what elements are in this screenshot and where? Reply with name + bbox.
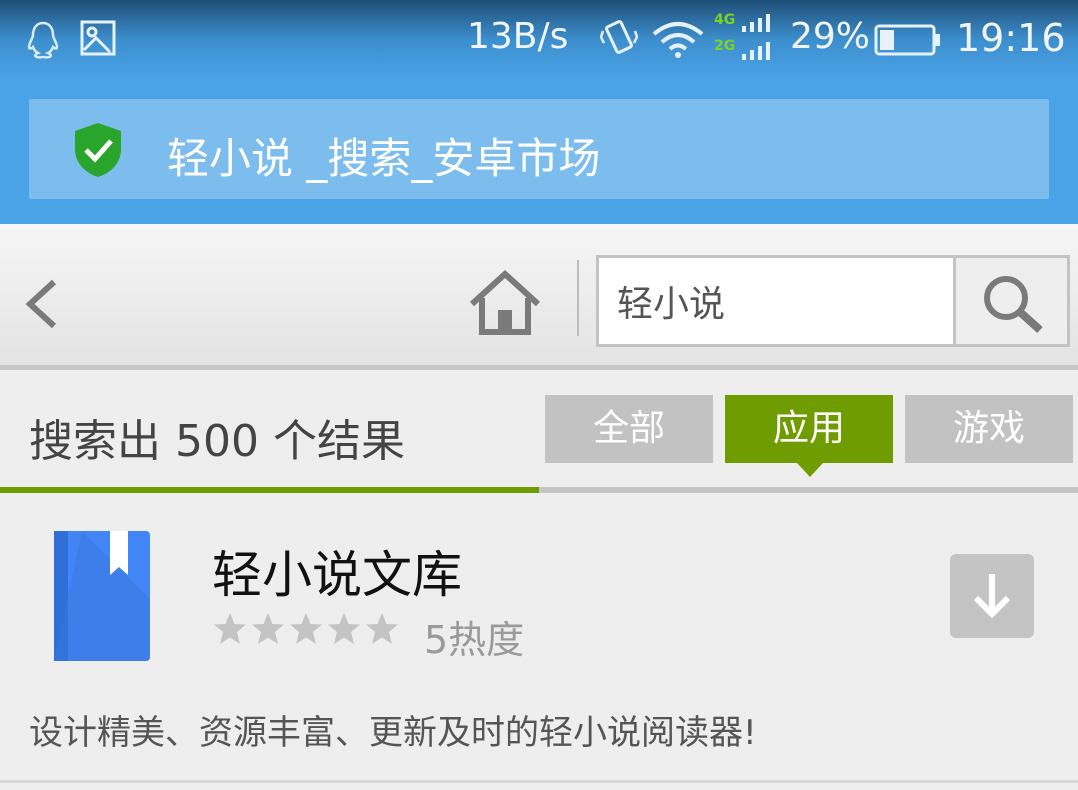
app-description: 设计精美、资源丰富、更新及时的轻小说阅读器! [29, 713, 757, 753]
battery-percent: 29% [790, 16, 871, 57]
clock: 19:16 [956, 16, 1066, 60]
star-icon [252, 613, 284, 644]
rating-stars [212, 611, 402, 651]
results-header: 搜索出 500 个结果 全部 应用 游戏 [0, 375, 1078, 493]
search-icon [984, 276, 1043, 333]
status-bar: 13B/s 4G 2G 29% 19:16 [0, 0, 1078, 78]
browser-toolbar [0, 224, 1078, 370]
gallery-icon [80, 20, 116, 56]
star-icon [214, 613, 246, 644]
wifi-icon [652, 22, 704, 58]
page-title: 轻小说 _搜索_安卓市场 [167, 134, 601, 183]
network-4g-label: 4G [714, 12, 735, 28]
tab-apps[interactable]: 应用 [725, 395, 893, 477]
battery-icon [874, 24, 940, 56]
shield-check-icon [75, 123, 121, 177]
search-button[interactable] [953, 258, 1067, 344]
home-icon[interactable] [466, 268, 544, 338]
vibrate-icon [600, 20, 638, 54]
search-box [596, 255, 1070, 347]
net-speed: 13B/s [467, 16, 569, 57]
toolbar-divider [577, 260, 579, 336]
chevron-left-icon[interactable] [20, 274, 64, 334]
star-icon [290, 613, 322, 644]
top-header: 13B/s 4G 2G 29% 19:16 轻小说 _搜索_安卓市场 [0, 0, 1078, 224]
list-item[interactable]: 轻小说文库 5热度 设计精美、资源丰富、更新及时的轻小说阅读器! [0, 493, 1078, 783]
tab-games[interactable]: 游戏 [905, 395, 1073, 463]
star-icon [328, 613, 360, 644]
divider [0, 780, 1078, 783]
heat-label: 5热度 [424, 618, 525, 662]
search-input[interactable] [599, 258, 955, 344]
result-count: 搜索出 500 个结果 [29, 416, 405, 467]
star-icon [366, 613, 398, 644]
tab-all[interactable]: 全部 [545, 395, 713, 463]
network-2g-label: 2G [714, 38, 735, 54]
signal-icon: 4G 2G [714, 12, 770, 60]
download-icon [973, 574, 1011, 619]
app-name: 轻小说文库 [212, 546, 462, 604]
qq-icon [27, 21, 59, 59]
battery-level [880, 30, 894, 50]
download-button[interactable] [950, 554, 1034, 638]
url-bar[interactable]: 轻小说 _搜索_安卓市场 [29, 99, 1049, 199]
book-icon [54, 531, 150, 661]
